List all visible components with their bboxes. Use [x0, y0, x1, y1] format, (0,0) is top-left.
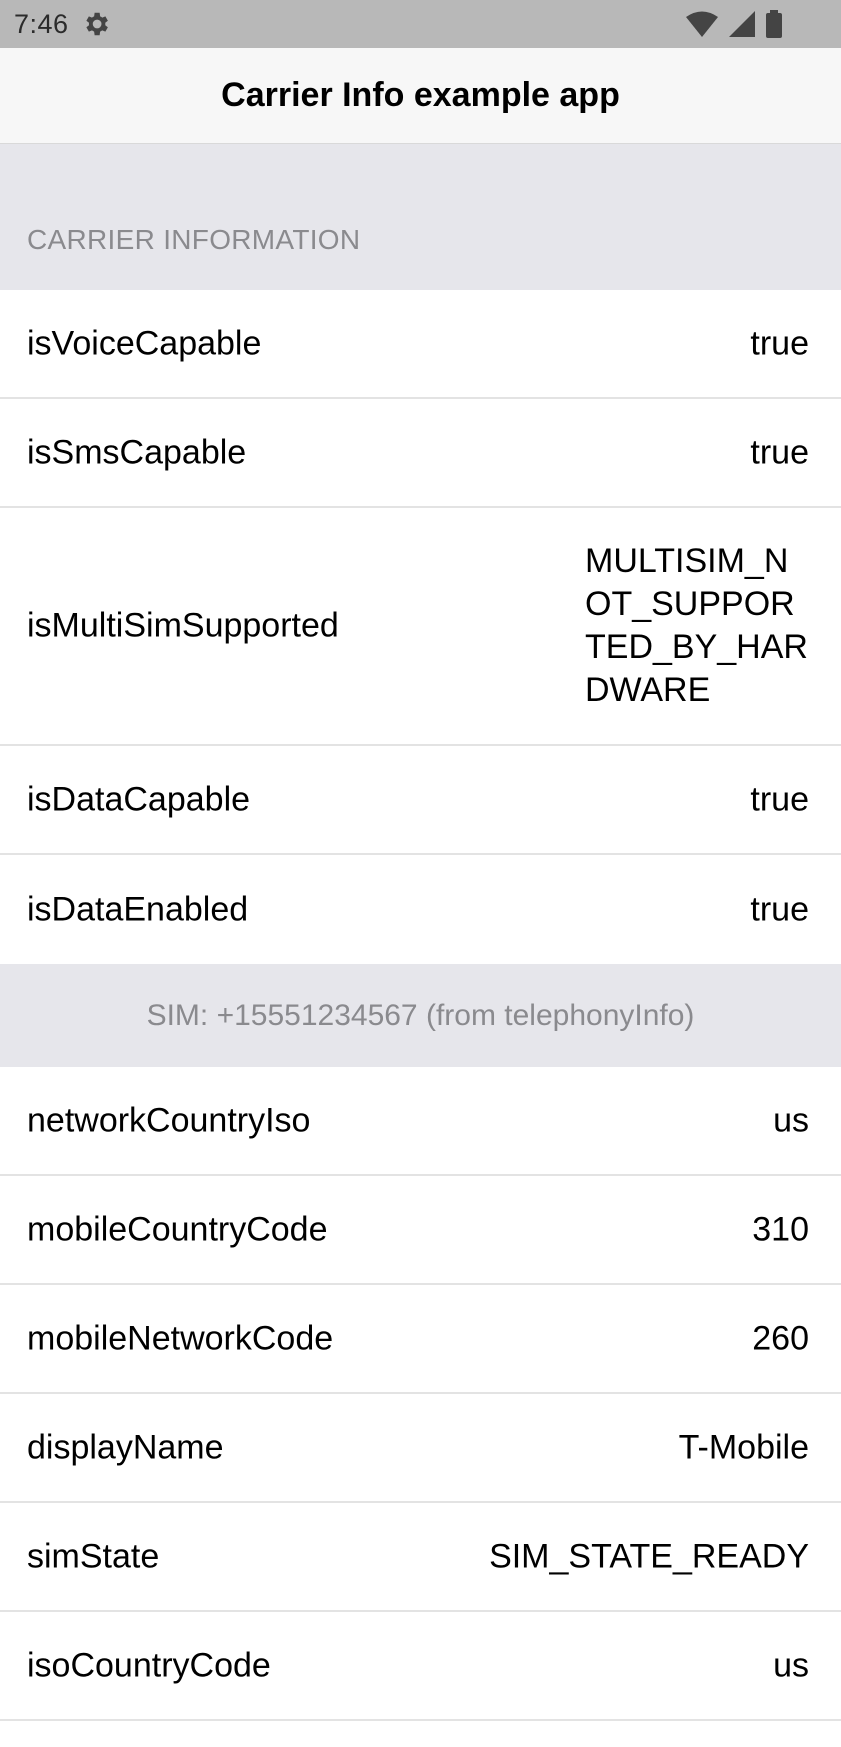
row-label: mobileCountryCode — [27, 1210, 328, 1248]
section-title: SIM: +15551234567 (from telephonyInfo) — [146, 998, 695, 1032]
list-item-isDataEnabled[interactable]: isDataEnabled true — [0, 855, 841, 964]
row-label: isSmsCapable — [27, 433, 247, 471]
row-value: true — [750, 324, 809, 362]
row-label: networkCountryIso — [27, 1101, 311, 1139]
list-item-mobileCountryCode[interactable]: mobileCountryCode 310 — [0, 1176, 841, 1285]
row-value: true — [750, 780, 809, 818]
row-value: T-Mobile — [678, 1428, 809, 1466]
row-label: simState — [27, 1537, 160, 1575]
row-value: SIM_STATE_READY — [489, 1537, 809, 1575]
status-time: 7:46 — [14, 8, 69, 39]
row-label: isoCountryCode — [27, 1646, 271, 1684]
row-label: isDataCapable — [27, 780, 251, 818]
section-header-sim: SIM: +15551234567 (from telephonyInfo) — [0, 964, 841, 1067]
row-value: us — [773, 1646, 809, 1684]
list-item-networkCountryIso[interactable]: networkCountryIso us — [0, 1067, 841, 1176]
row-label: isVoiceCapable — [27, 324, 262, 362]
section-header-carrier-information: CARRIER INFORMATION — [0, 144, 841, 290]
cellular-signal-icon — [729, 11, 755, 37]
row-label: displayName — [27, 1428, 224, 1466]
section-title: CARRIER INFORMATION — [27, 224, 361, 255]
row-value: 260 — [752, 1319, 809, 1357]
row-value: true — [750, 890, 809, 928]
list-item-displayName[interactable]: displayName T-Mobile — [0, 1394, 841, 1503]
row-value: MULTISIM_NOT_SUPPORTED_BY_HARDWARE — [585, 542, 808, 709]
nav-bar: Carrier Info example app — [0, 48, 841, 144]
row-label: mobileNetworkCode — [27, 1319, 334, 1357]
list-item-isDataCapable[interactable]: isDataCapable true — [0, 746, 841, 855]
list-item-mobileNetworkCode[interactable]: mobileNetworkCode 260 — [0, 1285, 841, 1394]
row-value: us — [773, 1101, 809, 1139]
list-item-isSmsCapable[interactable]: isSmsCapable true — [0, 399, 841, 508]
row-value: true — [750, 433, 809, 471]
list-item-isoCountryCode[interactable]: isoCountryCode us — [0, 1612, 841, 1721]
page-title: Carrier Info example app — [221, 76, 620, 114]
gear-icon — [85, 12, 108, 36]
wifi-icon — [686, 11, 718, 37]
status-bar: 7:46 — [0, 0, 841, 48]
row-label: isMultiSimSupported — [27, 606, 339, 645]
battery-icon — [766, 10, 782, 38]
list-item-isMultiSimSupported[interactable]: isMultiSimSupported MULTISIM_NOT_SUPPORT… — [0, 508, 841, 746]
status-icons — [685, 10, 827, 38]
row-label: isDataEnabled — [27, 890, 249, 928]
list-item-isVoiceCapable[interactable]: isVoiceCapable true — [0, 290, 841, 399]
list-item-simState[interactable]: simState SIM_STATE_READY — [0, 1503, 841, 1612]
row-value: 310 — [752, 1210, 809, 1248]
